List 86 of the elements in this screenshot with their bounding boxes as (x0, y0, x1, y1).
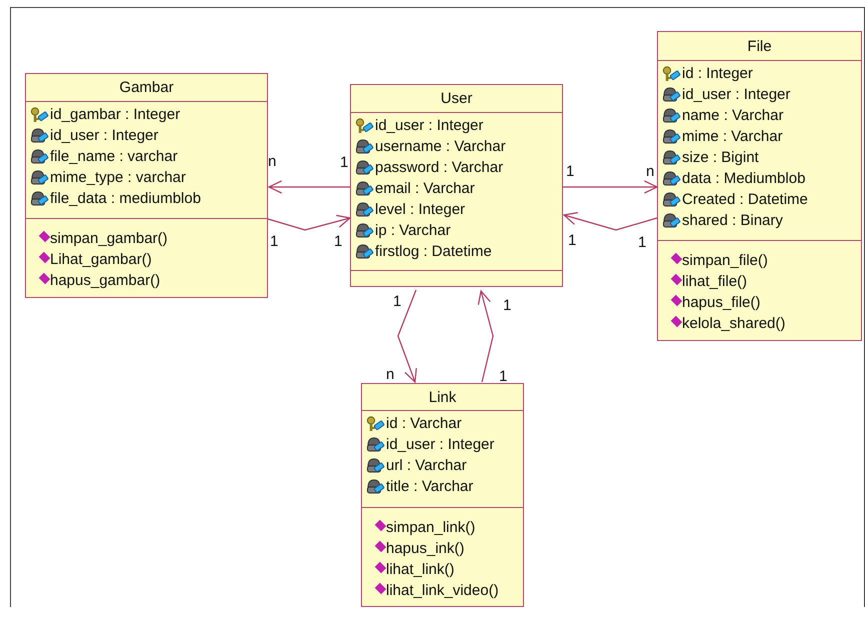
multiplicity-label: n (386, 366, 394, 383)
method-text: simpan_link() (386, 519, 476, 536)
field-icon (662, 212, 682, 228)
class-name: Gambar (119, 79, 174, 96)
field-icon (662, 150, 682, 166)
method-text: simpan_gambar() (50, 230, 168, 247)
attribute-text: mime : Varchar (682, 128, 783, 145)
multiplicity-label: n (646, 163, 654, 180)
attribute-text: Created : Datetime (682, 191, 808, 208)
multiplicity-label: 1 (566, 163, 574, 180)
field-icon (662, 128, 682, 144)
method-icon (374, 540, 386, 552)
method-icon (670, 316, 682, 328)
field-icon (30, 128, 50, 144)
method-text: simpan_file() (682, 252, 768, 269)
field-icon (355, 244, 375, 260)
key-icon (355, 118, 375, 134)
attribute-text: url : Varchar (386, 457, 467, 474)
field-icon (662, 108, 682, 124)
field-icon (662, 86, 682, 102)
method-icon (374, 562, 386, 574)
attribute-text: file_data : mediumblob (50, 190, 201, 207)
method-text: Lihat_gambar() (50, 251, 152, 268)
method-text: hapus_file() (682, 294, 760, 311)
class-name: Link (428, 388, 456, 406)
attribute-text: id_user : Integer (386, 436, 494, 453)
field-icon (355, 160, 375, 176)
attribute-text: password : Varchar (375, 159, 504, 176)
attribute-text: size : Bigint (682, 149, 759, 166)
field-icon (366, 478, 386, 494)
field-icon (30, 170, 50, 186)
multiplicity-label: 1 (499, 368, 508, 385)
field-icon (355, 138, 375, 154)
attribute-text: id : Integer (682, 65, 753, 82)
attribute-text: shared : Binary (682, 212, 783, 229)
multiplicity-label: 1 (638, 234, 646, 251)
attribute-text: username : Varchar (375, 138, 506, 155)
field-icon (355, 180, 375, 196)
method-text: lihat_link_video() (386, 582, 499, 599)
attribute-text: mime_type : varchar (50, 169, 186, 186)
field-icon (366, 458, 386, 474)
attribute-text: firstlog : Datetime (375, 243, 492, 260)
attribute-text: level : Integer (375, 201, 466, 218)
multiplicity-label: 1 (568, 232, 576, 249)
key-icon (366, 416, 386, 432)
method-icon (374, 520, 386, 532)
method-text: lihat_link() (386, 561, 454, 578)
multiplicity-label: 1 (334, 233, 342, 250)
method-text: kelola_shared() (682, 315, 786, 332)
attribute-text: ip : Varchar (375, 222, 451, 239)
method-icon (670, 252, 682, 264)
attribute-text: name : Varchar (682, 107, 784, 124)
multiplicity-label: 1 (340, 154, 348, 171)
method-text: hapus_gambar() (50, 272, 160, 289)
method-icon (38, 230, 50, 242)
key-icon (30, 106, 50, 122)
attribute-text: id_user : Integer (375, 117, 484, 134)
attribute-text: id : Varchar (386, 415, 462, 432)
method-icon (670, 274, 682, 286)
key-icon (662, 66, 682, 82)
method-icon (38, 272, 50, 284)
multiplicity-label: n (268, 153, 276, 170)
multiplicity-label: 1 (393, 293, 402, 310)
method-text: hapus_ink() (386, 540, 464, 557)
attribute-text: email : Varchar (375, 180, 475, 197)
field-icon (366, 436, 386, 452)
field-icon (30, 148, 50, 164)
multiplicity-label: 1 (270, 233, 278, 250)
attribute-text: id_user : Integer (682, 86, 790, 103)
attribute-text: id_user : Integer (50, 127, 158, 144)
attribute-text: data : Mediumblob (682, 170, 806, 187)
attribute-text: title : Varchar (386, 478, 474, 495)
method-icon (670, 294, 682, 306)
multiplicity-label: 1 (503, 297, 512, 314)
class-name: File (747, 38, 772, 54)
method-icon (374, 582, 386, 594)
field-icon (662, 170, 682, 186)
field-icon (355, 202, 375, 218)
field-icon (30, 190, 50, 206)
method-text: lihat_file() (682, 273, 748, 290)
field-icon (662, 192, 682, 208)
method-icon (38, 252, 50, 264)
field-icon (355, 222, 375, 238)
class-name: User (440, 90, 472, 107)
attribute-text: file_name : varchar (50, 148, 178, 165)
attribute-text: id_gambar : Integer (50, 106, 180, 123)
